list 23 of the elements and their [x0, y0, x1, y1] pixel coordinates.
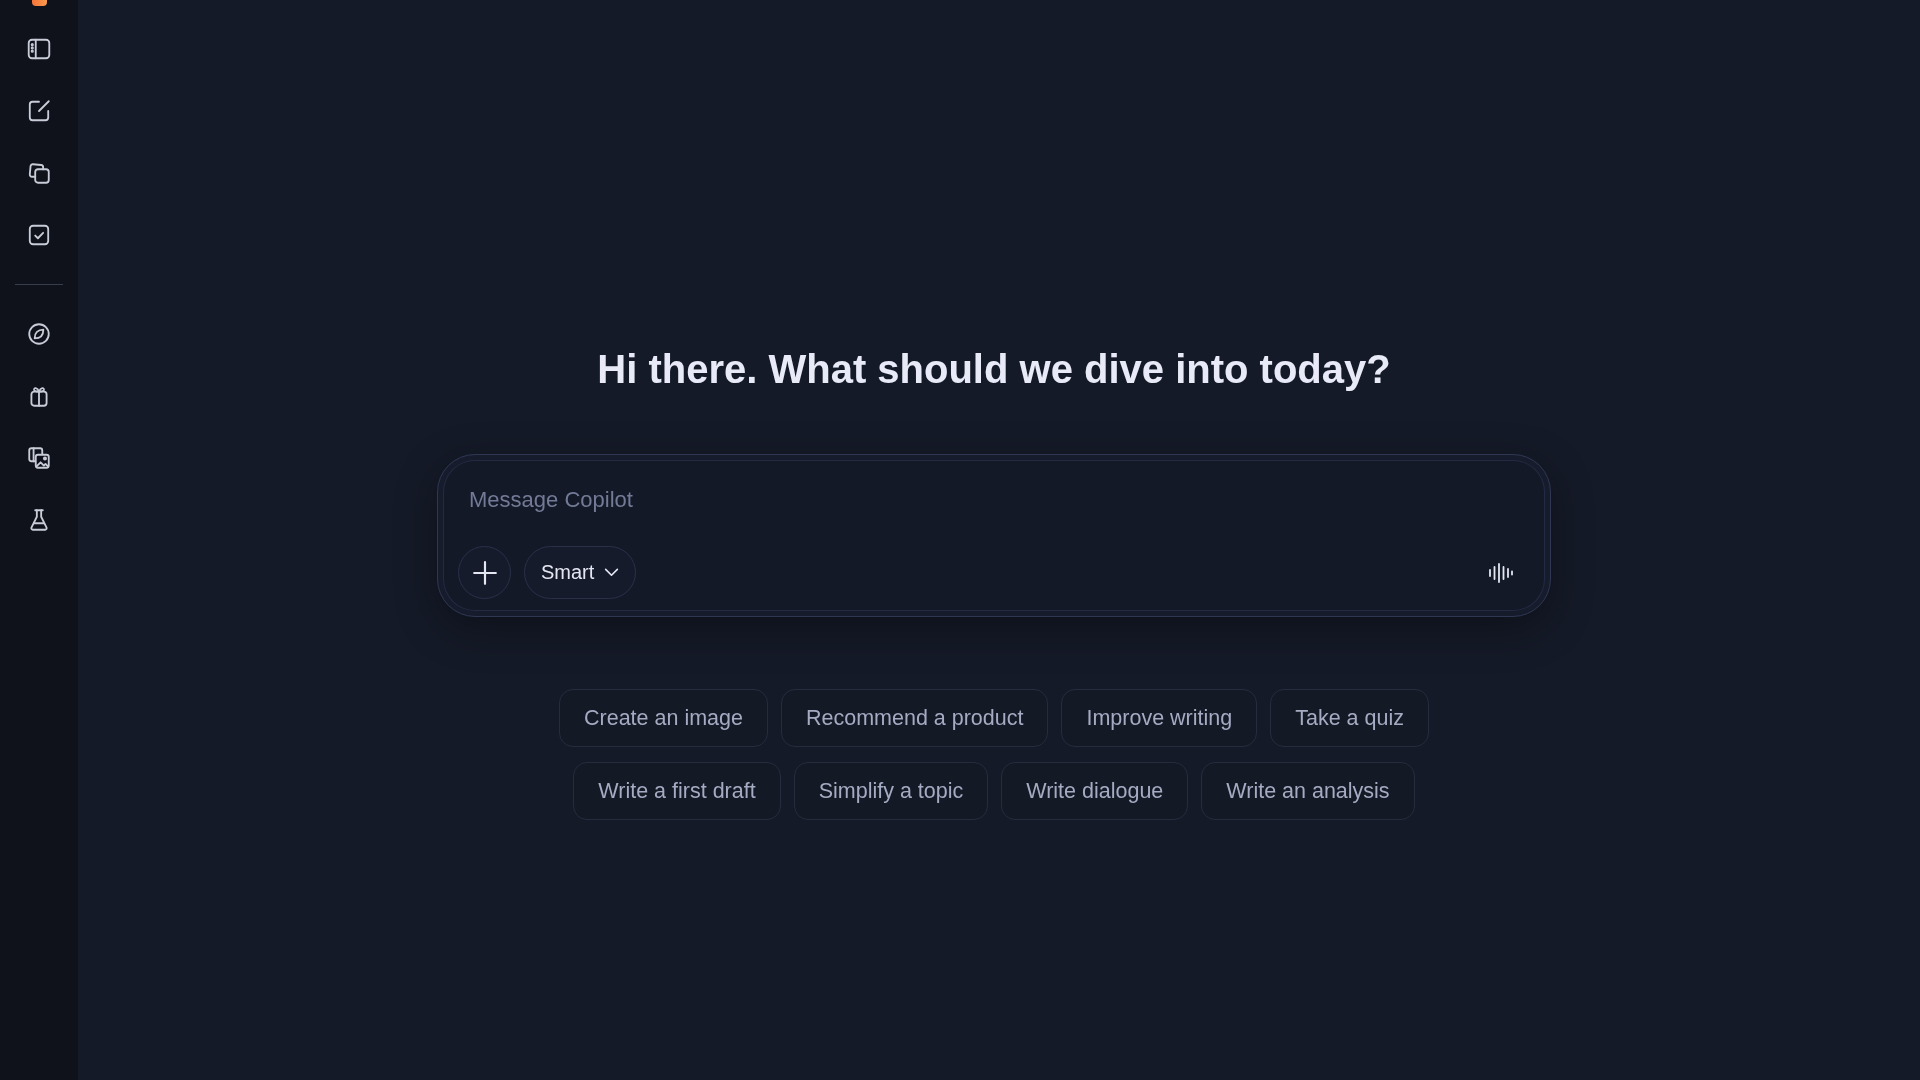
image-gallery-icon[interactable]: [26, 445, 52, 471]
message-input[interactable]: Message Copilot: [458, 476, 1528, 523]
plus-icon: [471, 559, 498, 586]
sidebar-panel-icon[interactable]: [26, 36, 52, 62]
edit-icon[interactable]: [26, 98, 52, 124]
mode-dropdown[interactable]: Smart: [524, 546, 637, 599]
suggestion-chip[interactable]: Simplify a topic: [793, 762, 989, 820]
greeting-heading: Hi there. What should we dive into today?: [597, 346, 1391, 393]
message-composer[interactable]: Message Copilot Smart: [437, 454, 1551, 617]
add-button[interactable]: [458, 546, 511, 599]
chevron-down-icon: [604, 568, 620, 577]
voice-wave-icon[interactable]: [1488, 560, 1514, 585]
suggestion-chip[interactable]: Write dialogue: [1001, 762, 1189, 820]
logo-icon[interactable]: [31, 0, 47, 6]
suggestion-chip[interactable]: Take a quiz: [1270, 689, 1429, 747]
copy-icon[interactable]: [26, 160, 52, 186]
suggestion-chip[interactable]: Create an image: [559, 689, 768, 747]
checkbox-icon[interactable]: [26, 222, 52, 248]
suggestion-chip[interactable]: Recommend a product: [780, 689, 1049, 747]
compass-icon[interactable]: [26, 321, 52, 347]
suggestion-chip[interactable]: Improve writing: [1061, 689, 1258, 747]
suggestion-chip[interactable]: Write an analysis: [1201, 762, 1415, 820]
suggestion-chip[interactable]: Write a first draft: [573, 762, 781, 820]
